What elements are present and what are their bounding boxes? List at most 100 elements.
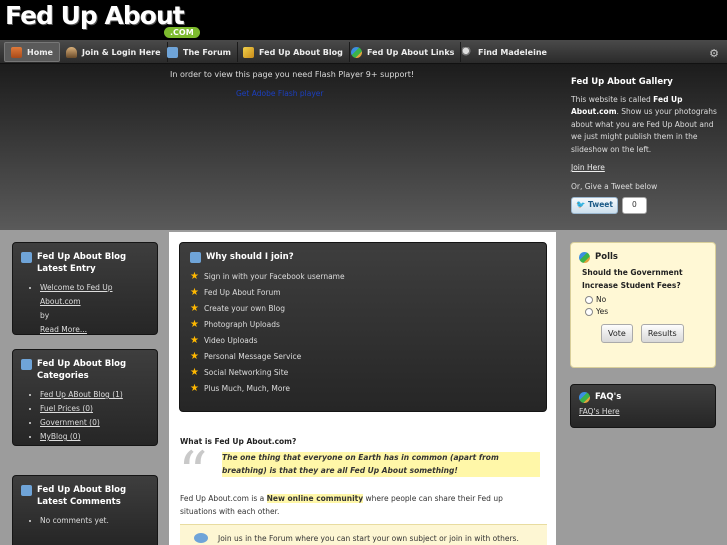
- forum-invite-bar: Join us in the Forum where you can start…: [180, 524, 547, 545]
- site-logo[interactable]: Fed Up About: [5, 1, 185, 30]
- list-item: Fuel Prices (0): [40, 402, 149, 416]
- user-icon: [66, 46, 77, 58]
- poll-buttons: Vote Results: [579, 324, 707, 343]
- polls-icon: [579, 252, 590, 263]
- results-button[interactable]: Results: [640, 324, 684, 343]
- star-icon: ★: [190, 271, 199, 282]
- blog-icon: [21, 359, 32, 370]
- post-by: by: [40, 311, 50, 320]
- gallery-title: Fed Up About Gallery: [571, 77, 673, 87]
- why-join-box: Why should I join? ★ Sign in with your Fa…: [179, 242, 547, 412]
- poll-question: Should the Government Increase Student F…: [582, 268, 683, 290]
- latest-entry-box: Fed Up About Blog Latest Entry Welcome t…: [12, 242, 158, 335]
- category-link[interactable]: Fuel Prices (0): [40, 404, 93, 413]
- latest-entry-list: Welcome to Fed Up About.com by Read More…: [21, 281, 149, 337]
- tweet-row: 🐦 Tweet 0: [571, 197, 721, 214]
- nav-links-label: Fed Up About Links: [367, 47, 455, 57]
- star-icon: ★: [190, 335, 199, 346]
- gallery-panel: Fed Up About Gallery This website is cal…: [571, 76, 721, 214]
- gear-icon[interactable]: ⚙: [709, 47, 719, 60]
- star-icon: ★: [190, 351, 199, 362]
- nav-forum-label: The Forum: [183, 47, 231, 57]
- tagline-quote: The one thing that everyone on Earth has…: [222, 452, 540, 477]
- radio-button[interactable]: [585, 295, 593, 304]
- nav-join-login[interactable]: Join & Login Here: [60, 42, 168, 62]
- polls-heading: Polls: [579, 251, 707, 263]
- quote-mark-icon: “: [178, 439, 208, 507]
- vote-button[interactable]: Vote: [601, 324, 633, 343]
- list-item: ★ Create your own Blog: [190, 301, 536, 317]
- forum-invite-text: Join us in the Forum where you can start…: [218, 534, 519, 543]
- why-join-heading: Why should I join?: [190, 251, 536, 263]
- gallery-text: This website is called Fed Up About.com.…: [571, 94, 717, 154]
- categories-list: Fed Up ABout Blog (1) Fuel Prices (0) Go…: [21, 388, 149, 444]
- star-icon: ★: [190, 319, 199, 330]
- nav-find-madeleine-label: Find Madeleine: [478, 47, 547, 57]
- community-highlight: New online community: [266, 494, 364, 503]
- faqs-link[interactable]: FAQ's Here: [579, 407, 707, 416]
- tweet-button[interactable]: 🐦 Tweet: [571, 197, 618, 214]
- radio-button[interactable]: [585, 307, 593, 316]
- flash-player-link[interactable]: Get Adobe Flash player: [236, 89, 323, 98]
- forum-icon: [190, 252, 201, 263]
- speech-bubble-icon: [194, 533, 208, 543]
- list-item: ★ Fed Up About Forum: [190, 285, 536, 301]
- star-icon: ★: [190, 303, 199, 314]
- comments-list: No comments yet.: [21, 514, 149, 528]
- blog-icon: [21, 485, 32, 496]
- list-item: ★ Photograph Uploads: [190, 317, 536, 333]
- polls-box: Polls Should the Government Increase Stu…: [570, 242, 716, 368]
- latest-comments-box: Fed Up About Blog Latest Comments No com…: [12, 475, 158, 545]
- category-link[interactable]: Government (0): [40, 418, 100, 427]
- blog-categories-box: Fed Up About Blog Categories Fed Up ABou…: [12, 349, 158, 446]
- star-icon: ★: [190, 383, 199, 394]
- list-item: ★ Personal Message Service: [190, 349, 536, 365]
- star-icon: ★: [190, 367, 199, 378]
- latest-post-link[interactable]: Welcome to Fed Up About.com: [40, 283, 113, 306]
- faqs-box: FAQ's FAQ's Here: [570, 384, 716, 428]
- tweet-count: 0: [621, 197, 647, 214]
- hero-section: In order to view this page you need Flas…: [0, 64, 727, 230]
- search-icon: [462, 46, 473, 58]
- category-link[interactable]: Fed Up ABout Blog (1): [40, 390, 123, 399]
- poll-option-yes[interactable]: Yes: [579, 307, 707, 316]
- list-item: Government (0): [40, 416, 149, 430]
- list-item: ★ Social Networking Site: [190, 365, 536, 381]
- faqs-icon: [579, 392, 590, 403]
- list-item: ★ Sign in with your Facebook username: [190, 269, 536, 285]
- category-link[interactable]: MyBlog (0): [40, 432, 81, 441]
- tweet-prompt: Or, Give a Tweet below: [571, 181, 658, 191]
- list-item: No comments yet.: [40, 514, 149, 528]
- star-icon: ★: [190, 287, 199, 298]
- nav-blog-label: Fed Up About Blog: [259, 47, 343, 57]
- nav-join-login-label: Join & Login Here: [82, 47, 161, 57]
- list-item: ★ Plus Much, Much, More: [190, 381, 536, 397]
- nav-home[interactable]: Home: [4, 42, 60, 62]
- pencil-icon: [243, 46, 254, 58]
- flash-message: In order to view this page you need Flas…: [170, 70, 415, 79]
- poll-option-no[interactable]: No: [579, 295, 707, 304]
- read-more-link[interactable]: Read More...: [40, 325, 87, 334]
- categories-heading: Fed Up About Blog Categories: [21, 358, 149, 382]
- nav-blog[interactable]: Fed Up About Blog: [237, 42, 350, 62]
- blog-icon: [21, 252, 32, 263]
- list-item: Welcome to Fed Up About.com by Read More…: [40, 281, 149, 337]
- nav-home-label: Home: [27, 47, 53, 57]
- nav-forum[interactable]: The Forum: [161, 42, 238, 62]
- twitter-bird-icon: 🐦: [576, 200, 586, 209]
- list-item: Fed Up ABout Blog (1): [40, 388, 149, 402]
- list-item: ★ Video Uploads: [190, 333, 536, 349]
- forum-icon: [167, 46, 178, 58]
- link-icon: [351, 46, 362, 58]
- nav-find-madeleine[interactable]: Find Madeleine: [456, 42, 553, 62]
- latest-entry-heading: Fed Up About Blog Latest Entry: [21, 251, 149, 275]
- why-join-list: ★ Sign in with your Facebook username ★ Fe…: [190, 269, 536, 397]
- list-item: MyBlog (0): [40, 430, 149, 444]
- main-nav: Home Join & Login Here The Forum Fed Up …: [0, 40, 727, 64]
- join-here-link[interactable]: Join Here: [571, 162, 721, 175]
- home-icon: [11, 46, 22, 58]
- site-description: Fed Up About.com is a New online communi…: [180, 494, 503, 516]
- nav-links[interactable]: Fed Up About Links: [345, 42, 462, 62]
- comments-heading: Fed Up About Blog Latest Comments: [21, 484, 149, 508]
- faqs-heading: FAQ's: [579, 391, 707, 403]
